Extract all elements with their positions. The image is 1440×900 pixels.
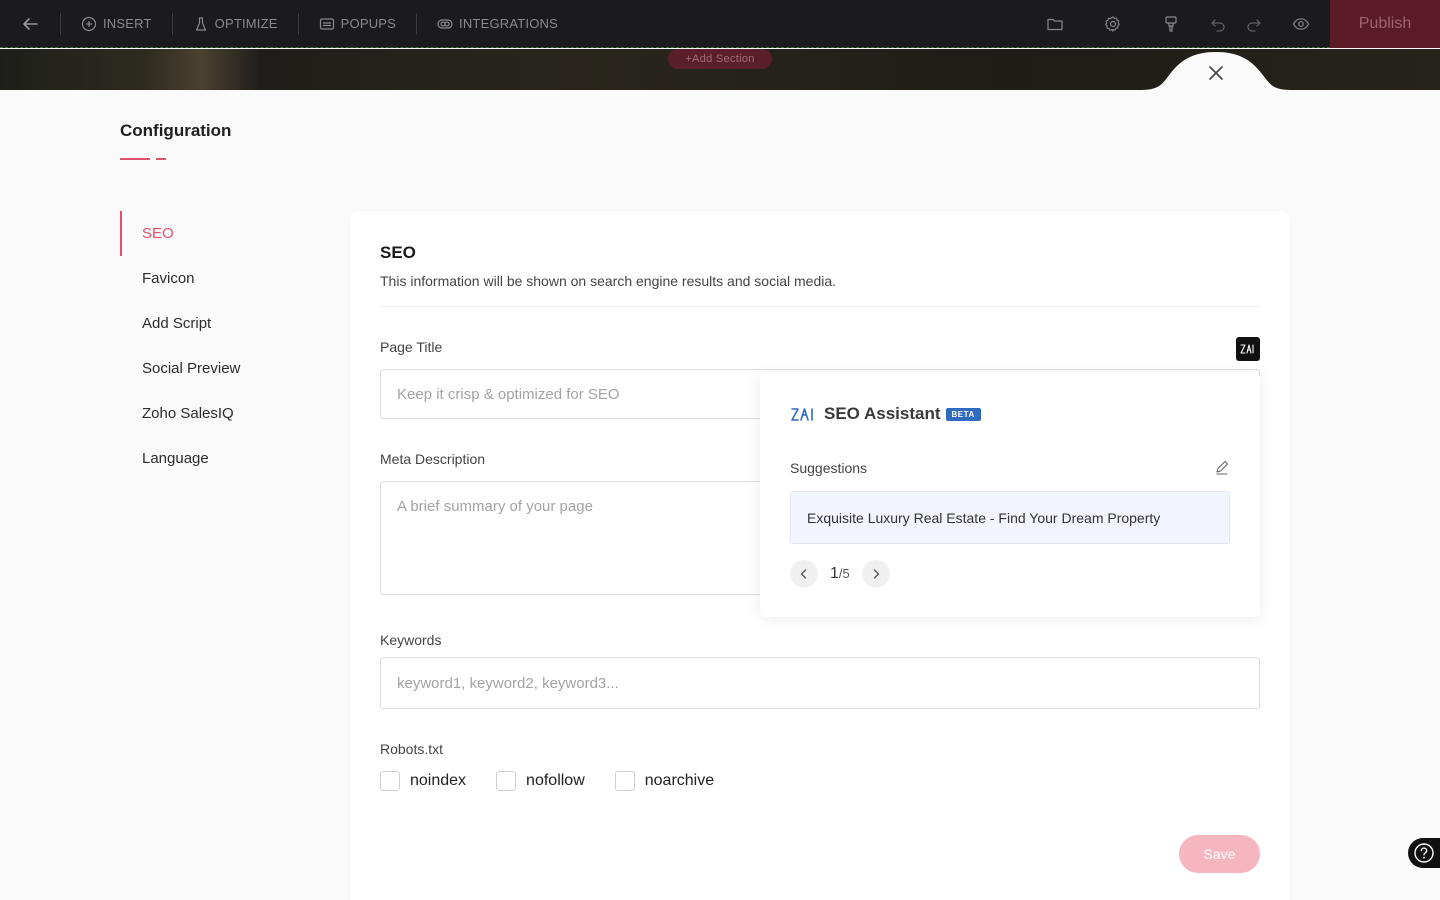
redo-icon xyxy=(1247,18,1261,32)
beta-badge: BETA xyxy=(945,407,981,421)
robots-options: noindex nofollow noarchive xyxy=(380,771,744,791)
suggestion-item[interactable]: Exquisite Luxury Real Estate - Find Your… xyxy=(790,491,1230,544)
title-underline xyxy=(120,158,172,176)
settings-nav: SEO Favicon Add Script Social Preview Zo… xyxy=(120,211,320,481)
seo-title: SEO xyxy=(380,243,416,262)
suggestion-pager: 1/5 xyxy=(790,560,890,588)
meta-description-label: Meta Description xyxy=(380,451,486,467)
toolbar-popups-label: POPUPS xyxy=(340,16,397,31)
chevron-left-icon xyxy=(800,569,807,579)
seo-subtitle: This information will be shown on search… xyxy=(380,273,837,289)
keywords-label: Keywords xyxy=(380,632,442,648)
nav-item-language[interactable]: Language xyxy=(120,436,320,481)
preview-button[interactable] xyxy=(1272,0,1330,48)
page-title-label: Page Title xyxy=(380,339,443,355)
noindex-label: noindex xyxy=(410,772,467,789)
gear-icon xyxy=(1105,15,1120,32)
question-circle-icon xyxy=(1414,843,1434,863)
nav-item-seo[interactable]: SEO xyxy=(120,211,320,256)
previous-suggestion-button[interactable] xyxy=(790,560,818,588)
checkbox-box[interactable] xyxy=(380,771,400,791)
undo-icon xyxy=(1211,18,1225,32)
underline-segment xyxy=(156,158,166,160)
redo-button[interactable] xyxy=(1236,0,1272,48)
seo-assistant-popover: SEO Assistant BETA Suggestions Exquisite… xyxy=(760,372,1260,617)
pager-current: 1 xyxy=(830,565,839,582)
publish-button[interactable]: Publish xyxy=(1330,0,1440,48)
robots-label: Robots.txt xyxy=(380,741,444,757)
settings-button[interactable] xyxy=(1084,0,1142,48)
divider xyxy=(380,306,1260,307)
toolbar-insert-label: INSERT xyxy=(103,16,152,31)
suggestions-label: Suggestions xyxy=(790,460,868,476)
toolbar-popups[interactable]: POPUPS xyxy=(299,0,416,48)
toggle-icon xyxy=(437,18,453,29)
keywords-input[interactable] xyxy=(380,657,1260,709)
zia-logo-icon xyxy=(791,408,813,421)
pager-count: 1/5 xyxy=(830,565,850,583)
toolbar-optimize-label: OPTIMIZE xyxy=(214,16,278,31)
pager-total: /5 xyxy=(838,566,850,581)
chevron-right-icon xyxy=(873,569,879,579)
popup-icon xyxy=(319,17,334,30)
next-suggestion-button[interactable] xyxy=(861,560,890,588)
toolbar-insert[interactable]: INSERT xyxy=(61,0,172,48)
checkbox-box[interactable] xyxy=(496,771,517,791)
nav-item-social-preview[interactable]: Social Preview xyxy=(120,346,320,391)
assistant-header: SEO Assistant BETA xyxy=(790,404,981,424)
toolbar-right-group: Publish xyxy=(1026,0,1440,48)
undo-button[interactable] xyxy=(1200,0,1236,48)
top-toolbar: INSERT OPTIMIZE POPUPS INTEGRATIONS Publ… xyxy=(0,0,1440,48)
noarchive-label: noarchive xyxy=(644,772,715,789)
nofollow-label: nofollow xyxy=(526,772,585,789)
folder-icon xyxy=(1047,18,1063,30)
paint-brush-button[interactable] xyxy=(1142,0,1200,48)
underline-segment xyxy=(120,158,150,160)
noindex-checkbox[interactable]: noindex xyxy=(380,771,466,791)
assistant-title: SEO Assistant xyxy=(824,404,941,423)
eye-icon xyxy=(1292,17,1310,30)
zia-icon xyxy=(1240,344,1254,354)
close-icon xyxy=(1209,66,1223,80)
nofollow-checkbox[interactable]: nofollow xyxy=(496,771,585,791)
flask-icon xyxy=(195,16,206,31)
checkbox-box[interactable] xyxy=(614,771,635,791)
plus-circle-icon xyxy=(81,16,97,31)
toolbar-integrations[interactable]: INTEGRATIONS xyxy=(417,0,578,48)
nav-item-add-script[interactable]: Add Script xyxy=(120,301,320,346)
save-button[interactable]: Save xyxy=(1179,835,1260,873)
folder-button[interactable] xyxy=(1026,0,1084,48)
page-title: Configuration xyxy=(120,121,232,140)
noarchive-checkbox[interactable]: noarchive xyxy=(614,771,715,791)
add-section-button[interactable]: +Add Section xyxy=(668,49,772,69)
toolbar-integrations-label: INTEGRATIONS xyxy=(459,16,558,31)
nav-item-favicon[interactable]: Favicon xyxy=(120,256,320,301)
nav-item-zoho-salesiq[interactable]: Zoho SalesIQ xyxy=(120,391,320,436)
seo-assistant-button[interactable] xyxy=(1236,337,1260,361)
close-button[interactable] xyxy=(1203,60,1229,86)
back-button[interactable] xyxy=(0,0,60,48)
help-button[interactable] xyxy=(1408,838,1440,868)
arrow-left-icon xyxy=(23,17,38,30)
paint-brush-icon xyxy=(1165,15,1177,32)
toolbar-optimize[interactable]: OPTIMIZE xyxy=(173,0,298,48)
pencil-icon[interactable] xyxy=(1214,459,1230,475)
